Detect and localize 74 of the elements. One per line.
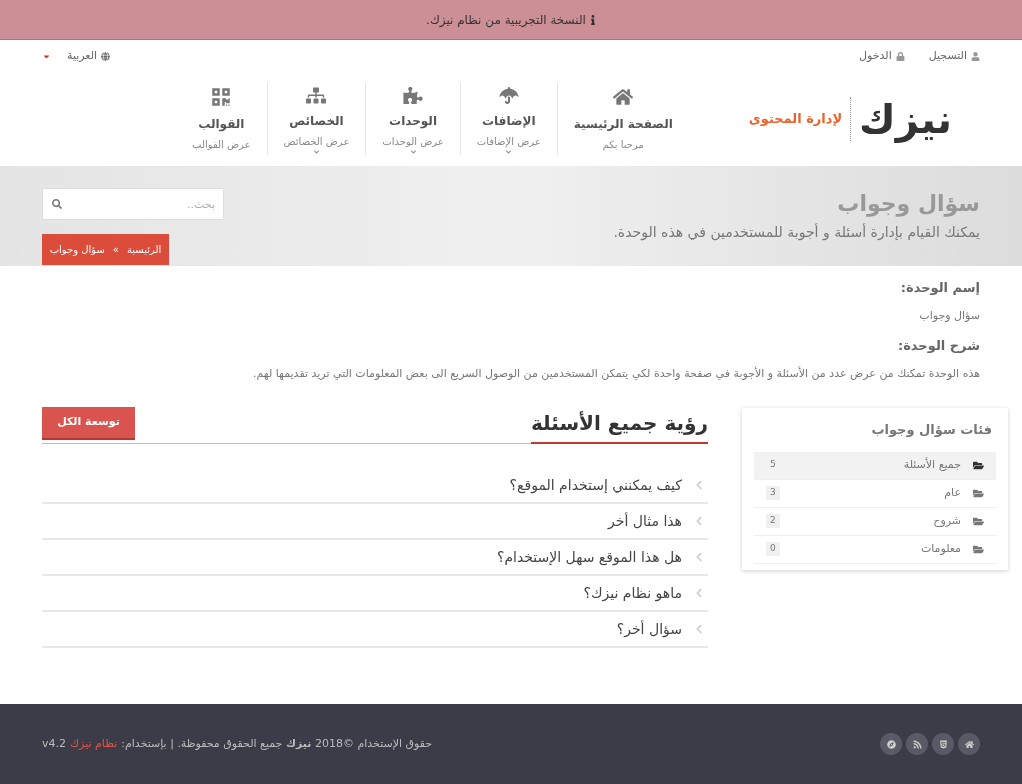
social-link[interactable]: [880, 733, 902, 755]
count-label: 0: [766, 542, 780, 556]
nav-subtitle: عرض الوحدات: [382, 135, 444, 150]
question-row[interactable]: هذا مثال أخر: [42, 504, 708, 540]
nav-subtitle: عرض القوالب: [192, 138, 251, 152]
nav-subtitle: عرض الإضافات: [476, 135, 541, 150]
chevron-icon: [694, 480, 704, 490]
lock-icon: [895, 51, 905, 61]
nav-subtitle: مرحبا بكم: [602, 138, 644, 152]
top-link[interactable]: الدخول: [859, 47, 905, 65]
version-text: v4.2: [42, 735, 66, 752]
chevron-icon: [409, 149, 417, 155]
page-subtitle: يمكنك القيام بإدارة أسئلة و أجوبة للمستخدمين في هذه الوحدة.: [613, 222, 980, 243]
page-title: سؤال وجواب: [836, 190, 980, 218]
html5-icon: [938, 739, 948, 749]
umbrella-icon: [498, 87, 519, 105]
qr-code-icon: [211, 87, 232, 107]
chevron-icon: [694, 552, 704, 562]
search-field[interactable]: بحث..: [42, 188, 224, 220]
breadcrumb-link[interactable]: الرئيسية: [126, 242, 162, 257]
house-icon: [613, 87, 634, 107]
count-label: 3: [766, 486, 780, 500]
social-link[interactable]: [906, 733, 928, 755]
nav-subtitle: عرض الخصائص: [283, 135, 350, 150]
search-icon: [52, 199, 62, 209]
folder-icon: [973, 515, 984, 527]
nav-item[interactable]: الوحدات عرض الوحدات: [366, 83, 461, 155]
question-row[interactable]: كيف يمكنني إستخدام الموقع؟: [42, 468, 708, 504]
nav-item[interactable]: القوالب عرض القوالب: [176, 83, 268, 155]
chevron-icon: [694, 588, 704, 598]
nav-title: الصفحة الرئيسية: [573, 116, 673, 133]
info-label: إسم الوحدة:: [899, 279, 980, 297]
globe-icon: [101, 51, 111, 61]
section-title: رؤية جميع الأسئلة: [530, 408, 708, 444]
notice-text: النسخة التجريبية من نظام نيزك.: [426, 11, 586, 29]
social-link[interactable]: [932, 733, 954, 755]
house-icon: [964, 739, 974, 749]
nav-title: الوحدات: [389, 113, 437, 131]
panel-title: فئات سؤال وجواب: [870, 421, 993, 439]
user-icon: [971, 51, 980, 61]
info-value: سؤال وجواب: [918, 308, 980, 324]
info-label: شرح الوحدة:: [897, 337, 980, 355]
count-label: 5: [769, 458, 777, 472]
question-row[interactable]: سؤال أخر؟: [42, 612, 708, 648]
expand-all-button[interactable]: توسعة الكل: [42, 407, 135, 440]
copyright-text: حقوق الإستخدام ©2018 نيزك جميع الحقوق محفوظة. | بإستخدام:: [121, 735, 433, 752]
breadcrumb-separator: »: [112, 243, 119, 257]
nav-title: الإضافات: [481, 113, 536, 131]
info-icon: [589, 14, 596, 25]
nav-item[interactable]: الإضافات عرض الإضافات: [460, 83, 558, 155]
breadcrumb-current: سؤال وجواب: [49, 243, 105, 257]
sitemap-icon: [306, 87, 327, 105]
chevron-icon: [694, 516, 704, 526]
compass-icon: [886, 739, 896, 749]
chevron-icon: [505, 149, 513, 155]
folder-icon: [973, 543, 984, 555]
chevron-icon: [694, 624, 704, 634]
rss-icon: [912, 739, 922, 749]
folder-icon: [973, 487, 984, 499]
question-row[interactable]: هل هذا الموقع سهل الإستخدام؟: [42, 540, 708, 576]
info-value: هذه الوحدة تمكنك من عرض عدد من الأسئلة و الأجوبة في صفحة واحدة لكي يتمكن المستخدمين من الوصول السريع الى بعض المعلومات التي تريد تقديمها لهم.: [252, 366, 980, 382]
question-row[interactable]: ماهو نظام نيزك؟: [42, 576, 708, 612]
top-link[interactable]: التسجيل: [928, 47, 980, 65]
chevron-icon: [312, 149, 320, 155]
nav-item[interactable]: الصفحة الرئيسية مرحبا بكم: [557, 83, 689, 155]
logo[interactable]: نيزك لإدارة المحتوى: [748, 97, 952, 141]
puzzle-icon: [403, 87, 424, 105]
language-dropdown[interactable]: العربية: [42, 47, 111, 65]
nav-title: الخصائص: [289, 113, 344, 131]
nav-item[interactable]: الخصائص عرض الخصائص: [267, 83, 367, 155]
folder-icon: [973, 459, 984, 471]
nav-title: القوالب: [198, 116, 245, 133]
count-label: 2: [766, 514, 780, 528]
social-link[interactable]: [958, 733, 980, 755]
